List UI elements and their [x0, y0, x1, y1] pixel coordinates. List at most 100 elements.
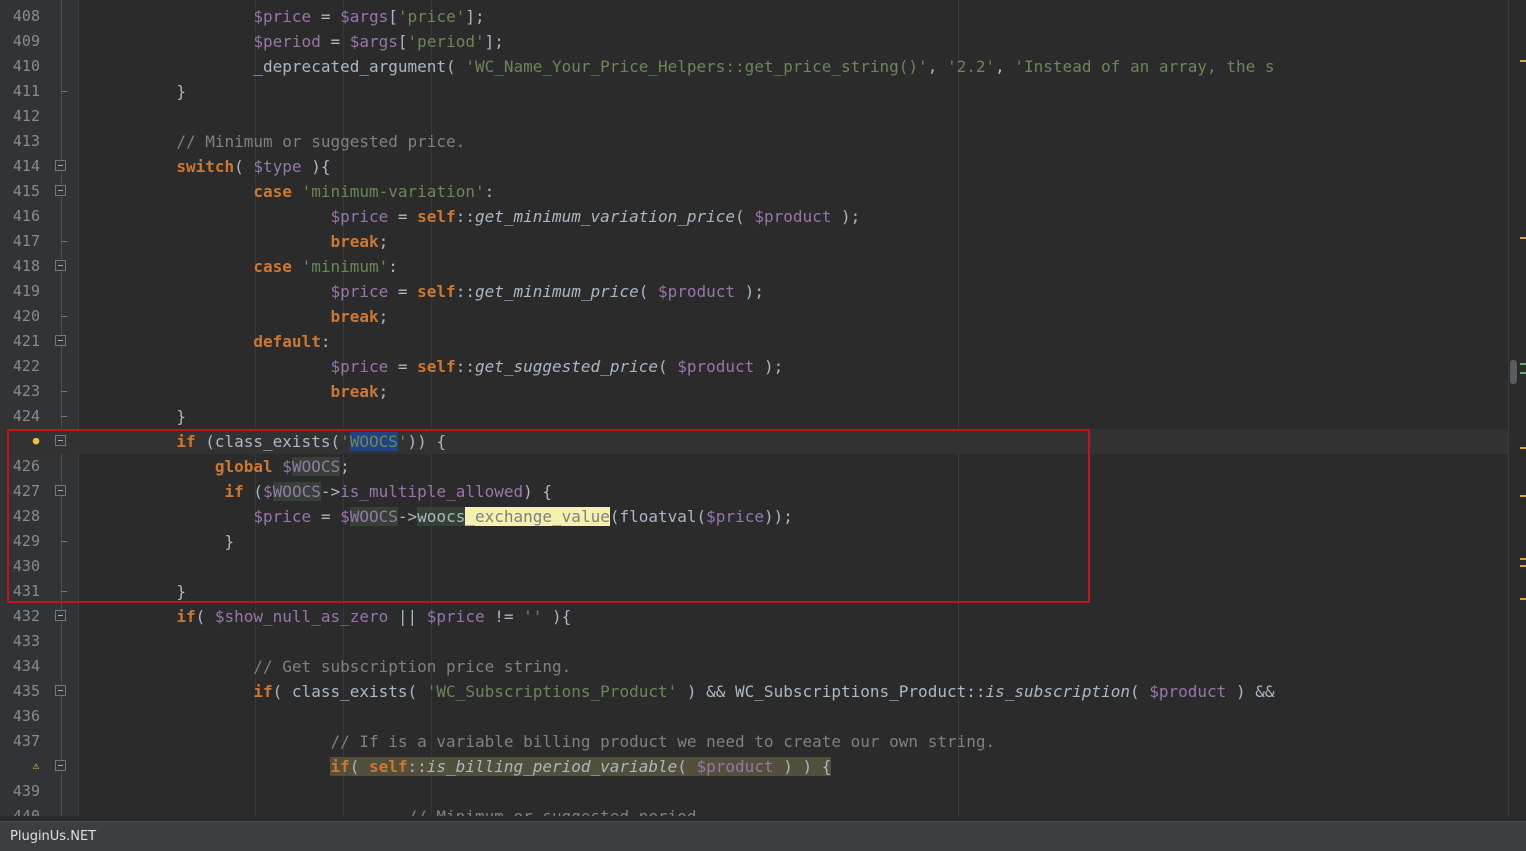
- fold-end-marker: [61, 241, 67, 242]
- code-text[interactable]: $period = $args['period'];: [80, 29, 503, 54]
- error-stripe-mark[interactable]: [1520, 447, 1526, 449]
- code-token: break: [330, 232, 379, 251]
- fold-toggle-icon[interactable]: [55, 185, 66, 196]
- code-line[interactable]: 416 $price = self::get_minimum_variation…: [0, 204, 1508, 229]
- code-token: is_subscription: [985, 682, 1130, 701]
- code-text[interactable]: // Get subscription price string.: [80, 654, 571, 679]
- warning-icon[interactable]: ⚠: [30, 760, 42, 772]
- error-stripe-mark[interactable]: [1520, 495, 1526, 497]
- code-text[interactable]: $price = $args['price'];: [80, 4, 484, 29]
- code-text[interactable]: }: [80, 404, 186, 429]
- code-token: switch: [176, 157, 235, 176]
- code-line[interactable]: 435 if( class_exists( 'WC_Subscriptions_…: [0, 679, 1508, 704]
- code-token: $show_null_as_zero: [214, 607, 389, 626]
- code-token: // Get subscription price string.: [253, 657, 572, 676]
- code-token: $product: [657, 282, 736, 301]
- code-line[interactable]: 423 break;: [0, 379, 1508, 404]
- error-stripe-mark[interactable]: [1520, 363, 1526, 365]
- code-text[interactable]: if( class_exists( 'WC_Subscriptions_Prod…: [80, 679, 1274, 704]
- scrollbar-thumb[interactable]: [1510, 360, 1517, 384]
- fold-toggle-icon[interactable]: [55, 760, 66, 771]
- error-stripe-mark[interactable]: [1520, 558, 1526, 560]
- code-line[interactable]: 433: [0, 629, 1508, 654]
- code-token: if: [176, 607, 196, 626]
- code-line[interactable]: 415 case 'minimum-variation':: [0, 179, 1508, 204]
- code-token: );: [735, 282, 764, 301]
- code-token: $period: [253, 32, 321, 51]
- code-line[interactable]: 439: [0, 779, 1508, 804]
- code-line[interactable]: ⚠ if( self::is_billing_period_variable( …: [0, 754, 1508, 779]
- fold-end-marker: [61, 316, 67, 317]
- fold-toggle-icon[interactable]: [55, 335, 66, 346]
- code-text[interactable]: default:: [80, 329, 330, 354]
- code-text[interactable]: if( $show_null_as_zero || $price != '' )…: [80, 604, 571, 629]
- code-token: $args: [340, 7, 389, 26]
- code-text[interactable]: $price = self::get_suggested_price( $pro…: [80, 354, 783, 379]
- code-line[interactable]: 422 $price = self::get_suggested_price( …: [0, 354, 1508, 379]
- code-line[interactable]: 409 $period = $args['period'];: [0, 29, 1508, 54]
- code-line[interactable]: 434 // Get subscription price string.: [0, 654, 1508, 679]
- line-number: 411: [12, 82, 40, 100]
- code-token: _deprecated_argument(: [253, 57, 466, 76]
- fold-toggle-icon[interactable]: [55, 610, 66, 621]
- code-line[interactable]: 411 }: [0, 79, 1508, 104]
- code-line[interactable]: 421 default:: [0, 329, 1508, 354]
- code-token: (: [638, 282, 658, 301]
- code-text[interactable]: if( self::is_billing_period_variable( $p…: [80, 754, 832, 779]
- code-text[interactable]: switch( $type ){: [80, 154, 330, 179]
- code-text[interactable]: // Minimum or suggested price.: [80, 129, 465, 154]
- code-token: $product: [1149, 682, 1227, 701]
- code-token: '2.2': [946, 57, 996, 76]
- code-line[interactable]: 418 case 'minimum':: [0, 254, 1508, 279]
- code-text[interactable]: // If is a variable billing product we n…: [80, 729, 995, 754]
- code-token: $product: [696, 757, 774, 776]
- code-token: ) &&: [1226, 682, 1275, 701]
- line-number: 433: [12, 632, 40, 650]
- code-line[interactable]: 420 break;: [0, 304, 1508, 329]
- code-line[interactable]: 417 break;: [0, 229, 1508, 254]
- code-line[interactable]: 414 switch( $type ){: [0, 154, 1508, 179]
- code-line[interactable]: 408 $price = $args['price'];: [0, 4, 1508, 29]
- code-text[interactable]: break;: [80, 379, 388, 404]
- code-line[interactable]: 432 if( $show_null_as_zero || $price != …: [0, 604, 1508, 629]
- code-line[interactable]: 424 }: [0, 404, 1508, 429]
- code-token: ;: [378, 382, 389, 401]
- code-token: $price: [253, 7, 312, 26]
- error-stripe-mark[interactable]: [1520, 598, 1526, 600]
- line-number: 437: [12, 732, 40, 750]
- code-token: is_billing_period_variable: [426, 757, 678, 776]
- fold-end-marker: [61, 416, 67, 417]
- code-text[interactable]: case 'minimum-variation':: [80, 179, 494, 204]
- code-text[interactable]: $price = self::get_minimum_variation_pri…: [80, 204, 860, 229]
- code-line[interactable]: 410 _deprecated_argument( 'WC_Name_Your_…: [0, 54, 1508, 79]
- code-token: self: [417, 282, 456, 301]
- code-token: 'minimum-variation': [301, 182, 485, 201]
- code-editor[interactable]: 408 $price = $args['price']; 409 $period …: [0, 0, 1526, 816]
- code-line[interactable]: 412: [0, 104, 1508, 129]
- vertical-scrollbar[interactable]: [1508, 0, 1526, 816]
- code-text[interactable]: _deprecated_argument( 'WC_Name_Your_Pric…: [80, 54, 1274, 79]
- error-stripe-mark[interactable]: [1520, 60, 1526, 62]
- code-line[interactable]: 413 // Minimum or suggested price.: [0, 129, 1508, 154]
- error-stripe-mark[interactable]: [1520, 372, 1526, 374]
- code-text[interactable]: }: [80, 79, 186, 104]
- code-token: if: [330, 757, 350, 776]
- code-token: (: [195, 607, 215, 626]
- code-line[interactable]: 436: [0, 704, 1508, 729]
- code-text[interactable]: break;: [80, 304, 388, 329]
- fold-toggle-icon[interactable]: [55, 685, 66, 696]
- code-token: !=: [484, 607, 524, 626]
- error-stripe-mark[interactable]: [1520, 237, 1526, 239]
- error-stripe-mark[interactable]: [1520, 565, 1526, 567]
- fold-toggle-icon[interactable]: [55, 260, 66, 271]
- code-text[interactable]: // Minimum or suggested period.: [80, 804, 707, 816]
- code-text[interactable]: case 'minimum':: [80, 254, 398, 279]
- code-line[interactable]: 419 $price = self::get_minimum_price( $p…: [0, 279, 1508, 304]
- code-text[interactable]: $price = self::get_minimum_price( $produ…: [80, 279, 764, 304]
- fold-toggle-icon[interactable]: [55, 160, 66, 171]
- code-line[interactable]: 440 // Minimum or suggested period.: [0, 804, 1508, 816]
- code-text[interactable]: break;: [80, 229, 388, 254]
- code-token: ::: [455, 282, 475, 301]
- code-line[interactable]: 437 // If is a variable billing product …: [0, 729, 1508, 754]
